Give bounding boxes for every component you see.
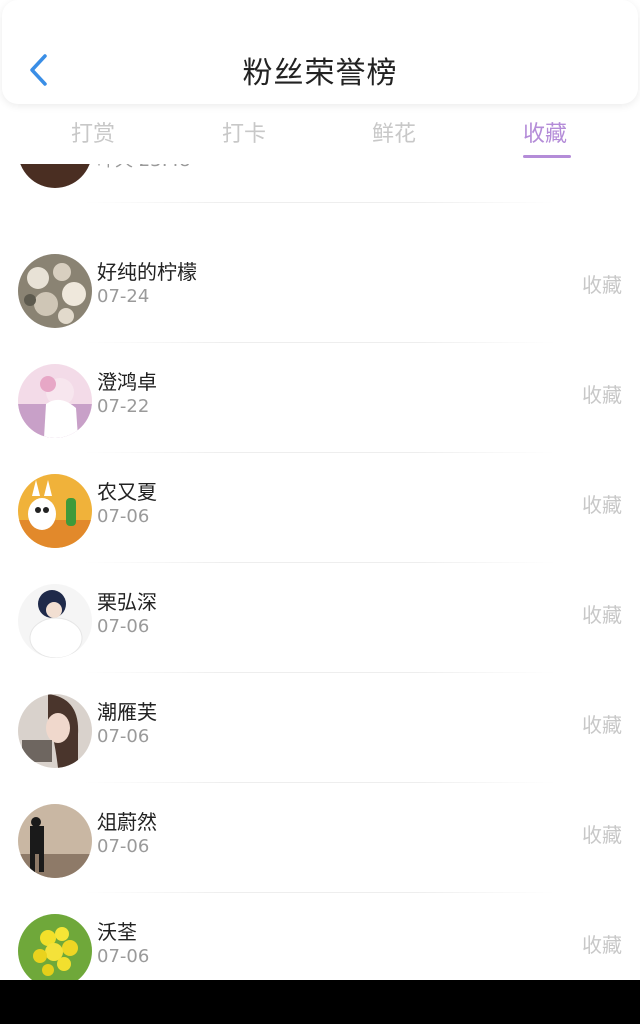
list-item[interactable]: 好纯的柠檬 07-24 收藏 <box>0 233 640 343</box>
list-item-name: 澄鸿卓 <box>97 370 157 394</box>
list-item-name: 潮雁芙 <box>97 700 157 724</box>
favorite-label: 收藏 <box>582 823 622 847</box>
avatar[interactable] <box>18 914 92 980</box>
tab-flowers[interactable]: 鲜花 <box>372 116 416 148</box>
list-item-date: 07-06 <box>97 726 150 747</box>
list-item[interactable]: 沃荃 07-06 收藏 <box>0 893 640 980</box>
avatar[interactable] <box>18 254 92 328</box>
list-item-name: 栗弘深 <box>97 590 157 614</box>
list-item-date: 07-06 <box>97 506 150 527</box>
tab-tips[interactable]: 打赏 <box>71 116 115 148</box>
avatar[interactable] <box>18 364 92 438</box>
list-item-date: 07-24 <box>97 286 150 307</box>
list-item[interactable]: 潮雁芙 07-06 收藏 <box>0 673 640 783</box>
divider <box>84 202 556 203</box>
tab-favorites[interactable]: 收藏 <box>523 116 567 148</box>
list-item-date: 07-06 <box>97 946 150 967</box>
list-item[interactable]: 栗弘深 07-06 收藏 <box>0 563 640 673</box>
header: 粉丝荣誉榜 <box>2 0 638 104</box>
list-item-date: 07-06 <box>97 616 150 637</box>
avatar <box>18 164 92 188</box>
favorite-label: 收藏 <box>582 493 622 517</box>
favorite-label: 收藏 <box>582 383 622 407</box>
list-item-name: 农又夏 <box>97 480 157 504</box>
list-item[interactable]: 俎蔚然 07-06 收藏 <box>0 783 640 893</box>
page-title: 粉丝荣誉榜 <box>242 56 398 91</box>
list-item[interactable]: 澄鸿卓 07-22 收藏 <box>0 343 640 453</box>
avatar[interactable] <box>18 694 92 768</box>
active-tab-indicator <box>523 155 571 158</box>
list-item-date: 07-06 <box>97 836 150 857</box>
favorite-label: 收藏 <box>582 273 622 297</box>
system-nav-bar <box>0 980 640 1024</box>
favorite-label: 收藏 <box>582 933 622 957</box>
list-item-date: 昨天 23:48 <box>97 164 191 172</box>
list-item[interactable]: 农又夏 07-06 收藏 <box>0 453 640 563</box>
fan-list[interactable]: 昨天 23:48 好纯的柠檬 07-24 收藏 <box>0 164 640 980</box>
avatar[interactable] <box>18 474 92 548</box>
list-item[interactable]: 昨天 23:48 <box>0 164 640 203</box>
list-item-date: 07-22 <box>97 396 150 417</box>
tab-checkin[interactable]: 打卡 <box>222 116 266 148</box>
list-item-name: 俎蔚然 <box>97 810 157 834</box>
avatar[interactable] <box>18 804 92 878</box>
favorite-label: 收藏 <box>582 603 622 627</box>
app-root: 粉丝荣誉榜 打赏 打卡 鲜花 收藏 昨天 23:48 <box>0 0 640 1024</box>
list-item-name: 沃荃 <box>97 920 137 944</box>
avatar[interactable] <box>18 584 92 658</box>
list-item-name: 好纯的柠檬 <box>97 260 197 284</box>
favorite-label: 收藏 <box>582 713 622 737</box>
